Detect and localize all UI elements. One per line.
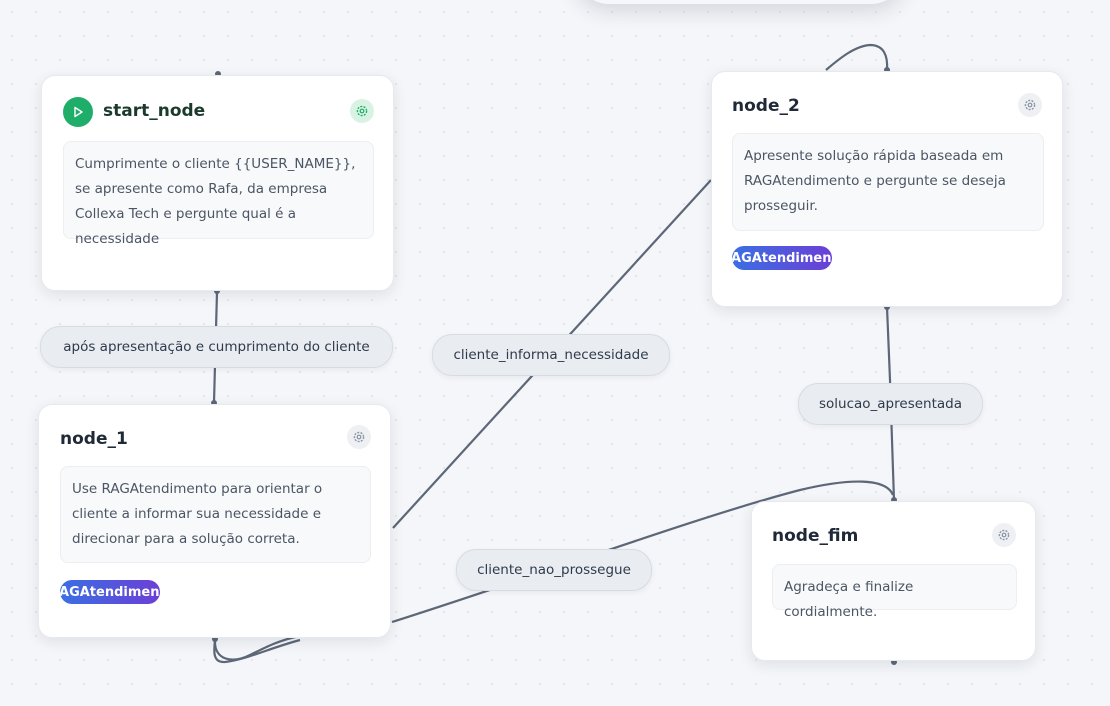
edge-label-node1-to-node2[interactable]: cliente_informa_necessidade [432,334,670,376]
node-1-prompt: Use RAGAtendimento para orientar o clien… [60,466,371,563]
node-2-tool-label: RAGAtendimento [732,250,832,266]
edge-label-start-to-node1[interactable]: após apresentação e cumprimento do clien… [40,326,393,368]
gear-icon[interactable] [992,523,1016,547]
node-1-tool-badge[interactable]: RAGAtendimento [60,580,160,604]
start-node-prompt: Cumprimente o cliente {{USER_NAME}}, se … [63,141,374,247]
node-2-title: node_2 [732,96,800,116]
gear-icon[interactable] [1018,93,1042,117]
node-2-tool-badge[interactable]: RAGAtendimento [732,246,832,270]
edge-label-node2-to-fim[interactable]: solucao_apresentada [798,383,983,425]
start-node-title: start_node [103,101,206,121]
start-node-card[interactable]: start_node Cumprimente o cliente {{USER_… [41,75,394,291]
node-1-card[interactable]: node_1 Use RAGAtendimento para orientar … [38,404,391,638]
node-fim-title: node_fim [772,526,859,546]
play-icon [63,97,93,127]
edge-label-fim-to-node1[interactable]: cliente_nao_prossegue [456,549,652,591]
node-fim-card[interactable]: node_fim Agradeça e finalize cordialment… [751,501,1036,661]
edge-node1-bottom-curve[interactable] [213,634,301,661]
edge-node2-top-loop[interactable] [825,43,889,71]
node-1-title: node_1 [60,429,128,449]
node-1-tool-label: RAGAtendimento [60,584,160,600]
gear-icon[interactable] [347,425,371,449]
node-2-prompt: Apresente solução rápida baseada em RAGA… [732,133,1044,231]
node-2-card[interactable]: node_2 Apresente solução rápida baseada … [711,71,1063,307]
node-fim-prompt: Agradeça e finalize cordialmente. [772,564,1017,620]
gear-icon[interactable] [350,99,374,123]
